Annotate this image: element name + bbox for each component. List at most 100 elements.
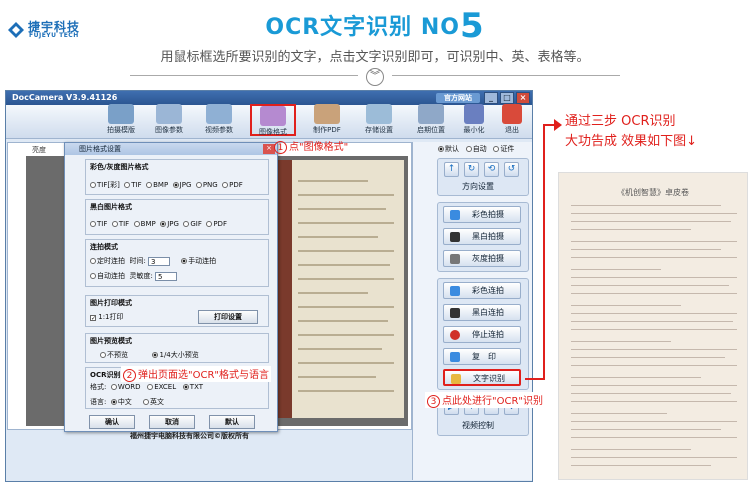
radio-bw-tif2[interactable]: TIF [111, 220, 129, 228]
color-format-options: TIF[彩] TIF BMP JPG PNG PDF [90, 180, 243, 190]
continuous-mode-group: 连拍模式 定时连拍 时间: 3 手动连拍 自动连拍 灵敏度: 5 [85, 239, 269, 287]
bw-burst-icon [450, 308, 460, 318]
exit-icon [502, 104, 522, 124]
step3-number: 3 [427, 395, 440, 408]
stop-burst-button[interactable]: 停止连拍 [443, 326, 521, 343]
template-icon [108, 104, 134, 124]
toolbar-label: 图像格式 [259, 128, 287, 136]
radio-timed[interactable]: 定时连拍 [90, 257, 125, 265]
color-burst-icon [450, 286, 460, 296]
time-label: 时间: [129, 257, 146, 265]
radio-default[interactable]: 默认 [438, 145, 459, 153]
toolbar-btn-make-pdf[interactable]: 制作PDF [304, 104, 350, 136]
bw-burst-button[interactable]: 黑白连拍 [443, 304, 521, 321]
radio-tif-color[interactable]: TIF[彩] [90, 181, 120, 189]
radio-excel[interactable]: EXCEL [147, 383, 176, 391]
radio-quarter-preview[interactable]: 1/4大小预览 [152, 351, 199, 359]
radio-png[interactable]: PNG [195, 181, 218, 189]
sensitivity-input[interactable]: 5 [155, 272, 178, 281]
title-number: 5 [459, 6, 485, 46]
radio-chinese[interactable]: 中文 [110, 398, 132, 406]
gray-capture-button[interactable]: 灰度拍摄 [443, 250, 521, 267]
step1-annotation: 1 点"图像格式" [274, 138, 348, 154]
minimize-icon[interactable]: _ [484, 92, 498, 104]
time-input[interactable]: 3 [148, 257, 171, 266]
page-title: OCR文字识别 NO5 [0, 6, 750, 46]
group-title: 图片打印模式 [90, 299, 132, 307]
step2-annotation: 2 弹出页面选"OCR"格式与语言 [121, 366, 272, 382]
default-button[interactable]: 默认 [209, 415, 255, 429]
radio-auto-mode[interactable]: 自动 [465, 145, 487, 153]
toolbar-btn-location[interactable]: 启期位置 [408, 104, 454, 136]
toolbar-btn-video-params[interactable]: 视频参数 [196, 104, 242, 136]
color-capture-button[interactable]: 彩色拍摄 [443, 206, 521, 223]
color-burst-button[interactable]: 彩色连拍 [443, 282, 521, 299]
maximize-icon[interactable]: □ [500, 92, 514, 104]
toolbar-label: 存储设置 [365, 126, 393, 134]
radio-id-mode[interactable]: 证件 [493, 145, 514, 153]
bw-format-options: TIF TIF BMP JPG GIF PDF [90, 220, 227, 228]
bw-capture-button[interactable]: 黑白拍摄 [443, 228, 521, 245]
print-mode-group: 图片打印模式 ✓ 1:1打印 打印设置 [85, 295, 269, 327]
stop-icon [450, 330, 460, 340]
connector-line-vertical [543, 124, 545, 380]
step1-text: 点"图像格式" [289, 142, 349, 153]
radio-bmp[interactable]: BMP [146, 181, 168, 189]
ocr-button[interactable]: 文字识别 [443, 369, 521, 386]
rotate-180-icon[interactable]: ⟲ [484, 162, 499, 177]
rotate-cw-icon[interactable]: ↻ [464, 162, 479, 177]
toolbar-label: 启期位置 [417, 126, 445, 134]
group-title: 连拍模式 [90, 243, 118, 251]
radio-txt[interactable]: TXT [182, 383, 203, 391]
radio-bw-tif1[interactable]: TIF [90, 220, 107, 228]
radio-bw-bmp[interactable]: BMP [133, 220, 156, 228]
toolbar-label: 制作PDF [313, 126, 341, 134]
print-settings-button[interactable]: 打印设置 [198, 310, 258, 324]
copy-button[interactable]: 复 印 [443, 348, 521, 365]
confirm-button[interactable]: 确认 [89, 415, 135, 429]
radio-english[interactable]: 英文 [142, 398, 164, 406]
toolbar-label: 退出 [505, 126, 519, 134]
toolbar-btn-exit[interactable]: 退出 [494, 104, 530, 136]
brightness-label: 亮度 [32, 146, 46, 154]
toolbar-label: 图像参数 [155, 126, 183, 134]
radio-tif[interactable]: TIF [124, 181, 142, 189]
video-control-label: 视频控制 [462, 421, 494, 430]
logo-en: FUJEYU TECH [29, 32, 79, 39]
checkbox-1to1[interactable]: ✓ 1:1打印 [90, 313, 124, 322]
minimize-app-icon [464, 104, 484, 124]
callout-line2: 大功告成 效果如下图↓ [565, 134, 698, 149]
arrow-right-icon [554, 119, 562, 131]
radio-bw-jpg[interactable]: JPG [160, 220, 179, 228]
toolbar-btn-image-params[interactable]: 图像参数 [146, 104, 192, 136]
official-site-link[interactable]: 官方网站 [436, 93, 480, 103]
ocr-format-label: 格式: [90, 383, 107, 391]
brand-logo: 捷宇科技 FUJEYU TECH [6, 18, 94, 42]
radio-bw-gif[interactable]: GIF [183, 220, 202, 228]
radio-word[interactable]: WORD [110, 383, 141, 391]
close-icon[interactable]: × [516, 92, 530, 104]
radio-jpg[interactable]: JPG [172, 181, 191, 189]
preview-row: 不预览 1/4大小预览 [100, 350, 199, 360]
radio-manual[interactable]: 手动连拍 [181, 257, 216, 265]
radio-no-preview[interactable]: 不预览 [100, 351, 128, 359]
divider-right [392, 75, 620, 76]
result-callout: 通过三步 OCR识别 大功告成 效果如下图↓ [565, 112, 697, 152]
toolbar-btn-minimize[interactable]: 最小化 [456, 104, 492, 136]
radio-auto[interactable]: 自动连拍 [90, 272, 125, 280]
rotate-ccw-icon[interactable]: ↺ [504, 162, 519, 177]
video-settings-icon [206, 104, 232, 124]
ocr-format-row: 格式: WORD EXCEL TXT [90, 382, 203, 392]
radio-bw-pdf[interactable]: PDF [206, 220, 227, 228]
ocr-result-image: 《机创智慧》卓皮卷 [558, 172, 748, 480]
rotate-up-icon[interactable]: ↑ [444, 162, 459, 177]
toolbar-btn-image-format[interactable]: 图像格式 [250, 104, 296, 136]
toolbar-btn-storage[interactable]: 存储设置 [356, 104, 402, 136]
cancel-button[interactable]: 取消 [149, 415, 195, 429]
connector-line [525, 378, 545, 380]
folder-icon [418, 104, 444, 124]
result-doc-title: 《机创智慧》卓皮卷 [617, 188, 689, 197]
ocr-lang-label: 语言: [90, 398, 107, 406]
radio-pdf[interactable]: PDF [222, 181, 243, 189]
toolbar-btn-template[interactable]: 拍摄模版 [98, 104, 144, 136]
